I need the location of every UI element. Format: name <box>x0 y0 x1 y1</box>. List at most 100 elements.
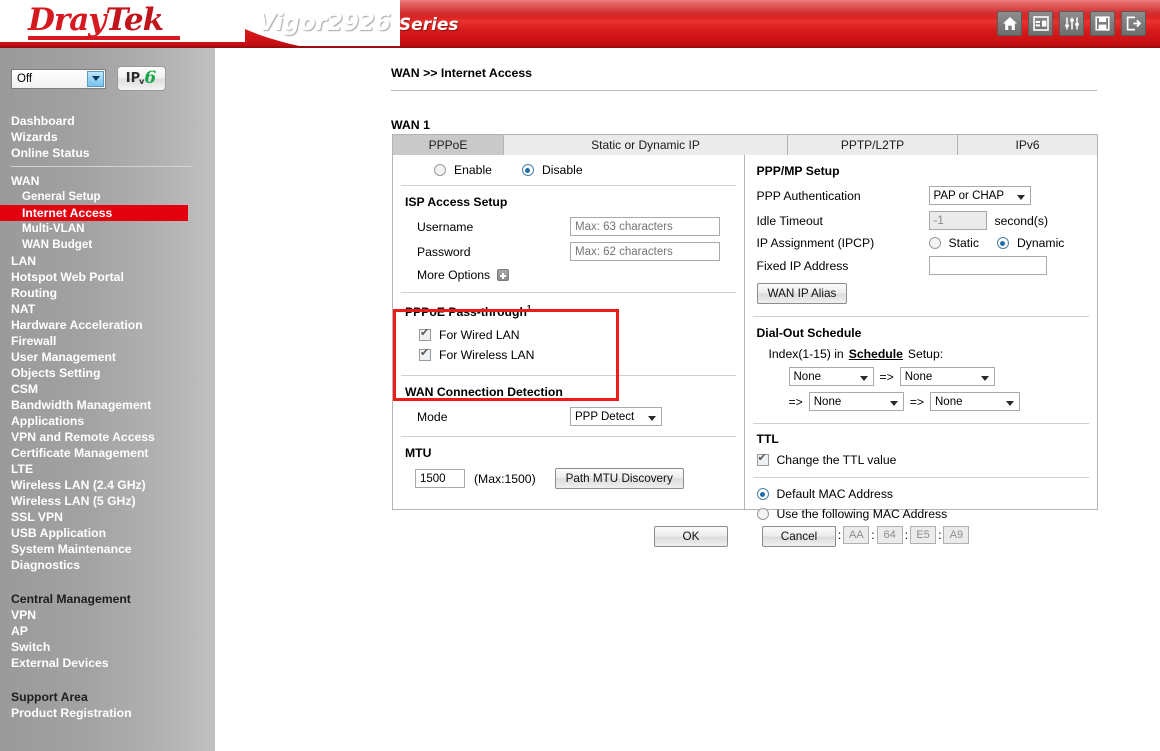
sidebar-item-ssl-vpn[interactable]: SSL VPN <box>0 509 215 525</box>
save-icon[interactable] <box>1090 11 1115 36</box>
sidebar-item-switch[interactable]: Switch <box>0 639 215 655</box>
custom-mac-radio[interactable] <box>757 508 769 520</box>
ipv6-toggle-button[interactable]: IPv6 <box>117 66 166 91</box>
sidebar-item-routing[interactable]: Routing <box>0 285 215 301</box>
sidebar-item-diagnostics[interactable]: Diagnostics <box>0 557 215 573</box>
sidebar-item-certificate-management[interactable]: Certificate Management <box>0 445 215 461</box>
sidebar-item-wireless-lan-2-4-ghz[interactable]: Wireless LAN (2.4 GHz) <box>0 477 215 493</box>
wan-ip-alias-button[interactable]: WAN IP Alias <box>757 283 848 304</box>
change-ttl-checkbox[interactable] <box>757 454 769 466</box>
enable-label: Enable <box>454 163 492 177</box>
for-wired-lan-checkbox[interactable] <box>419 329 431 341</box>
tab-bar: PPPoEStatic or Dynamic IPPPTP/L2TPIPv6 <box>392 134 1098 156</box>
sidebar-item-nat[interactable]: NAT <box>0 301 215 317</box>
default-mac-label: Default MAC Address <box>777 487 894 501</box>
password-row: Password <box>405 242 744 261</box>
sidebar-item-hotspot-web-portal[interactable]: Hotspot Web Portal <box>0 269 215 285</box>
ppp-auth-select[interactable]: PAP or CHAP <box>929 186 1031 205</box>
path-mtu-discovery-button[interactable]: Path MTU Discovery <box>555 468 684 489</box>
sidebar-item-lan[interactable]: LAN <box>0 253 215 269</box>
home-icon[interactable] <box>997 11 1022 36</box>
tuning-icon[interactable] <box>1059 11 1084 36</box>
tab-pppoe[interactable]: PPPoE <box>392 134 504 156</box>
default-mac-radio[interactable] <box>757 488 769 500</box>
panel-right: PPP/MP Setup PPP Authentication PAP or C… <box>745 155 1098 509</box>
enable-radio[interactable] <box>434 164 446 176</box>
plus-icon[interactable] <box>497 269 509 281</box>
mtu-max-label: (Max:1500) <box>474 472 536 486</box>
sidebar-item-external-devices[interactable]: External Devices <box>0 655 215 671</box>
model-name: Vigor2926 <box>258 10 391 36</box>
ipcp-dynamic-label: Dynamic <box>1017 236 1064 250</box>
password-input[interactable] <box>570 242 720 261</box>
schedule-select-3[interactable]: None <box>809 392 904 411</box>
sidebar-item-support-area[interactable]: Support Area <box>0 689 215 705</box>
sidebar-item-multi-vlan[interactable]: Multi-VLAN <box>0 221 215 237</box>
isp-access-setup-title: ISP Access Setup <box>405 195 744 209</box>
sidebar-item-csm[interactable]: CSM <box>0 381 215 397</box>
sidebar-item-general-setup[interactable]: General Setup <box>0 189 215 205</box>
nav-divider <box>11 166 193 167</box>
username-input[interactable] <box>570 217 720 236</box>
sidebar-item-wizards[interactable]: Wizards <box>0 129 215 145</box>
sidebar-item-vpn-and-remote-access[interactable]: VPN and Remote Access <box>0 429 215 445</box>
wireless-lan-row: For Wireless LAN <box>405 348 744 362</box>
schedule-link[interactable]: Schedule <box>849 347 903 361</box>
page-title: WAN 1 <box>391 118 430 132</box>
schedule-arrow-2: => <box>789 395 803 409</box>
detect-mode-select[interactable]: PPP Detect <box>570 407 662 426</box>
password-label: Password <box>405 245 570 259</box>
sidebar-item-internet-access[interactable]: Internet Access <box>0 205 188 221</box>
schedule-arrow-3: => <box>910 395 924 409</box>
sidebar-item-system-maintenance[interactable]: System Maintenance <box>0 541 215 557</box>
sidebar-item-product-registration[interactable]: Product Registration <box>0 705 215 721</box>
sidebar-item-wireless-lan-5-ghz[interactable]: Wireless LAN (5 GHz) <box>0 493 215 509</box>
schedule-arrow-1: => <box>880 370 894 384</box>
ipcp-static-radio[interactable] <box>929 237 941 249</box>
dial-out-schedule-section: Dial-Out Schedule Index(1-15) in Schedul… <box>745 317 1098 411</box>
for-wireless-lan-label: For Wireless LAN <box>439 348 534 362</box>
fixed-ip-input[interactable] <box>929 256 1047 275</box>
ppp-mp-setup-title: PPP/MP Setup <box>757 164 1098 178</box>
schedule-select-1[interactable]: None <box>789 367 874 386</box>
sidebar-item-user-management[interactable]: User Management <box>0 349 215 365</box>
breadcrumb-divider <box>391 90 1097 91</box>
ipcp-dynamic-radio[interactable] <box>997 237 1009 249</box>
tab-pptp-l2tp[interactable]: PPTP/L2TP <box>788 134 958 156</box>
sidebar-item-usb-application[interactable]: USB Application <box>0 525 215 541</box>
tab-ipv6[interactable]: IPv6 <box>958 134 1098 156</box>
for-wireless-lan-checkbox[interactable] <box>419 349 431 361</box>
sidebar-item-wan-budget[interactable]: WAN Budget <box>0 237 215 253</box>
sidebar-item-objects-setting[interactable]: Objects Setting <box>0 365 215 381</box>
ppp-auth-row: PPP Authentication PAP or CHAP <box>757 186 1098 205</box>
mode-select[interactable]: Off <box>11 69 106 89</box>
sidebar-item-ap[interactable]: AP <box>0 623 215 639</box>
disable-radio[interactable] <box>522 164 534 176</box>
sidebar-item-dashboard[interactable]: Dashboard <box>0 113 215 129</box>
schedule-select-4[interactable]: None <box>930 392 1020 411</box>
sidebar-item-online-status[interactable]: Online Status <box>0 145 215 161</box>
ok-button[interactable]: OK <box>654 526 728 547</box>
wan-ip-alias-row: WAN IP Alias <box>757 283 1098 304</box>
breadcrumb: WAN >> Internet Access <box>391 66 532 80</box>
ppp-auth-label: PPP Authentication <box>757 189 929 203</box>
layout-icon[interactable] <box>1028 11 1053 36</box>
schedule-select-2[interactable]: None <box>900 367 995 386</box>
sidebar-item-central-management[interactable]: Central Management <box>0 591 215 607</box>
idle-timeout-unit: second(s) <box>995 214 1049 228</box>
sidebar-item-applications[interactable]: Applications <box>0 413 215 429</box>
model-series: Series <box>399 15 459 35</box>
sidebar-item-vpn[interactable]: VPN <box>0 607 215 623</box>
sidebar-item-wan[interactable]: WAN <box>0 173 215 189</box>
sidebar-item-hardware-acceleration[interactable]: Hardware Acceleration <box>0 317 215 333</box>
sidebar-item-firewall[interactable]: Firewall <box>0 333 215 349</box>
cancel-button[interactable]: Cancel <box>762 526 836 547</box>
sidebar-item-lte[interactable]: LTE <box>0 461 215 477</box>
form-action-buttons: OK Cancel <box>392 526 1098 547</box>
mtu-input[interactable] <box>415 469 465 488</box>
sidebar-item-bandwidth-management[interactable]: Bandwidth Management <box>0 397 215 413</box>
idle-timeout-input[interactable] <box>929 211 987 230</box>
more-options-row[interactable]: More Options <box>405 268 744 282</box>
tab-static-or-dynamic-ip[interactable]: Static or Dynamic IP <box>504 134 788 156</box>
logout-icon[interactable] <box>1121 11 1146 36</box>
